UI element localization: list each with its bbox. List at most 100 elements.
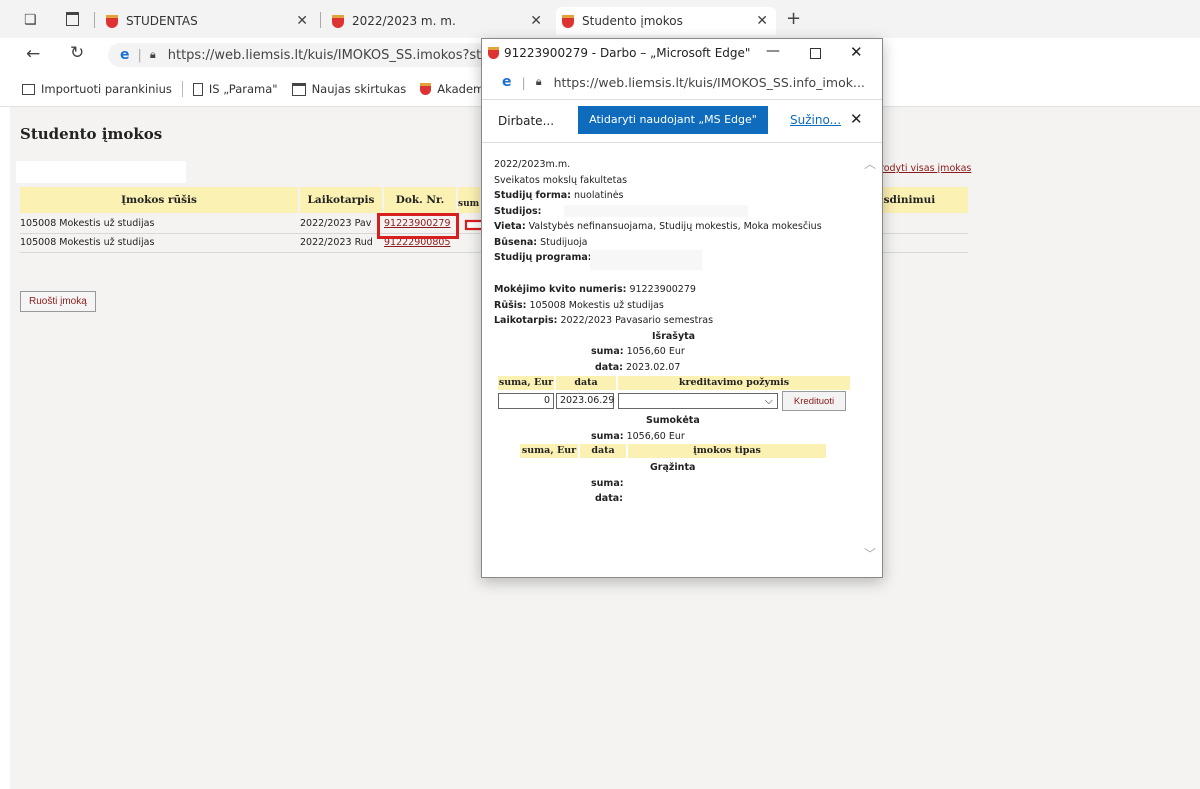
favorite-label: Naujas skirtukas bbox=[311, 82, 407, 96]
close-tab-icon[interactable]: ✕ bbox=[530, 13, 542, 29]
column-header-doc: Dok. Nr. bbox=[384, 187, 456, 213]
new-tab-icon[interactable]: + bbox=[786, 8, 801, 29]
issued-date-line: data: 2023.02.07 bbox=[494, 360, 870, 376]
paid-heading: Sumokėta bbox=[646, 415, 700, 426]
popup-title-bar: 91223900279 - Darbo – „Microsoft Edge" —… bbox=[482, 39, 882, 67]
paid-sum-label: suma: bbox=[591, 430, 624, 442]
maximize-icon[interactable] bbox=[810, 48, 821, 59]
issued-date-label: data: bbox=[595, 361, 623, 373]
receipt-value: 91223900279 bbox=[629, 284, 696, 295]
status-line: Būsena: Studijuoja bbox=[494, 235, 870, 251]
refresh-icon[interactable]: ↻ bbox=[70, 43, 84, 63]
credit-header-flag: kreditavimo požymis bbox=[618, 376, 850, 390]
period-line: Laikotarpis: 2022/2023 Pavasario semestr… bbox=[494, 313, 870, 329]
paid-header-type: įmokos tipas bbox=[628, 444, 826, 458]
liemsis-favicon bbox=[106, 14, 118, 28]
close-tab-icon[interactable]: ✕ bbox=[756, 13, 768, 29]
workspaces-icon[interactable]: ❏ bbox=[24, 12, 37, 28]
column-header-print: usdinimui bbox=[876, 187, 968, 213]
page-icon bbox=[192, 82, 203, 96]
receipt-label: Mokėjimo kvito numeris: bbox=[494, 284, 627, 295]
status-label: Būsena: bbox=[494, 236, 538, 248]
returned-date-label: data: bbox=[595, 493, 623, 504]
returned-sum-label: suma: bbox=[591, 477, 624, 489]
issued-sum-value: 1056,60 Eur bbox=[626, 346, 685, 357]
paid-sum-value: 1056,60 Eur bbox=[626, 430, 685, 442]
column-header-period: Laikotarpis bbox=[300, 187, 382, 213]
paid-header-date: data bbox=[580, 444, 626, 458]
faculty: Sveikatos mokslų fakultetas bbox=[494, 174, 628, 186]
ie-mode-icon: e bbox=[502, 74, 512, 90]
favorite-is-parama[interactable]: IS „Parama" bbox=[192, 82, 278, 96]
receipt-line: Mokėjimo kvito numeris: 91223900279 bbox=[494, 282, 870, 298]
favorite-naujas-skirtukas[interactable]: Naujas skirtukas bbox=[291, 82, 407, 96]
credit-flag-select[interactable]: ⌵ bbox=[618, 393, 778, 409]
credit-button[interactable]: Kredituoti bbox=[782, 391, 846, 411]
credit-header-sum: suma, Eur bbox=[498, 376, 554, 390]
ie-mode-banner: Dirbate... Atidaryti naudojant „MS Edge"… bbox=[482, 99, 882, 143]
close-banner-icon[interactable]: ✕ bbox=[850, 110, 863, 128]
address-separator: | bbox=[137, 47, 142, 63]
lock-icon: 🔒︎ bbox=[535, 75, 542, 88]
study-form-line: Studijų forma: nuolatinės bbox=[494, 188, 870, 204]
credit-date-input[interactable]: 2023.06.29 bbox=[556, 393, 614, 409]
liemsis-favicon bbox=[420, 83, 432, 95]
popup-url: https://web.liemsis.lt/kuis/IMOKOS_SS.in… bbox=[553, 74, 865, 90]
show-all-payments-link[interactable]: rodyti visas įmokas bbox=[880, 163, 971, 174]
issued-sum-line: suma: 1056,60 Eur bbox=[494, 344, 870, 360]
tab-label: STUDENTAS bbox=[126, 14, 198, 28]
row-type: 105008 Mokestis už studijas bbox=[20, 218, 155, 229]
status-value: Studijuoja bbox=[540, 236, 588, 248]
program-label: Studijų programa: bbox=[494, 252, 592, 263]
issued-date-value: 2023.02.07 bbox=[626, 361, 681, 373]
favorite-label: Importuoti parankinius bbox=[41, 82, 172, 96]
paid-sum-line: suma: 1056,60 Eur bbox=[494, 429, 870, 445]
studies-label: Studijos: bbox=[494, 205, 542, 217]
tab-separator bbox=[320, 12, 321, 28]
page-title: Studento įmokos bbox=[20, 125, 163, 143]
open-in-edge-button[interactable]: Atidaryti naudojant „MS Edge" bbox=[578, 106, 768, 134]
browser-tab-bar: ❏ STUDENTAS ✕ 2022/2023 m. m. ✕ Studento… bbox=[0, 0, 1200, 38]
credit-sum-input[interactable]: 0 bbox=[498, 393, 554, 409]
tab-studento-imokos[interactable]: Studento įmokos ✕ bbox=[556, 7, 776, 35]
issued-sum-label: suma: bbox=[591, 346, 624, 357]
minimize-icon[interactable]: — bbox=[766, 43, 780, 59]
place-label: Vieta: bbox=[494, 221, 526, 232]
back-icon[interactable]: ← bbox=[26, 44, 40, 64]
kind-label: Rūšis: bbox=[494, 299, 527, 311]
tab-icon bbox=[291, 82, 306, 96]
close-window-icon[interactable]: ✕ bbox=[850, 43, 863, 61]
period-value: 2022/2023 Pavasario semestras bbox=[560, 315, 714, 326]
program-value-box bbox=[590, 250, 702, 270]
popup-title: 91223900279 - Darbo – „Microsoft Edge" bbox=[504, 46, 751, 60]
popup-window: 91223900279 - Darbo – „Microsoft Edge" —… bbox=[481, 38, 883, 578]
close-tab-icon[interactable]: ✕ bbox=[296, 13, 308, 29]
tab-separator bbox=[94, 12, 95, 28]
paid-header-sum: suma, Eur bbox=[520, 444, 578, 458]
place-value: Valstybės nefinansuojama, Studijų mokest… bbox=[528, 221, 822, 232]
highlight-box bbox=[377, 213, 459, 239]
popup-address-bar[interactable]: e | 🔒︎ https://web.liemsis.lt/kuis/IMOKO… bbox=[482, 67, 882, 97]
favorites-separator bbox=[181, 81, 183, 97]
tab-studentas[interactable]: STUDENTAS ✕ bbox=[106, 7, 316, 35]
ie-mode-icon: e bbox=[120, 47, 130, 63]
scroll-down-icon[interactable]: ﹀ bbox=[864, 545, 876, 562]
kind-value: 105008 Mokestis už studijas bbox=[529, 299, 664, 311]
prepare-payment-button[interactable]: Ruošti įmoką bbox=[20, 291, 96, 312]
study-form-label: Studijų forma: bbox=[494, 190, 571, 201]
address-bar[interactable]: e | 🔒︎ https://web.liemsis.lt/kuis/IMOKO… bbox=[108, 43, 488, 67]
study-form-value: nuolatinės bbox=[574, 190, 624, 201]
address-url: https://web.liemsis.lt/kuis/IMOKOS_SS.im… bbox=[167, 47, 488, 63]
learn-more-link[interactable]: Sužino... bbox=[790, 113, 841, 127]
tab-2022-2023[interactable]: 2022/2023 m. m. ✕ bbox=[332, 7, 550, 35]
row-type: 105008 Mokestis už studijas bbox=[20, 237, 155, 248]
chevron-down-icon: ⌵ bbox=[764, 394, 773, 407]
address-separator: | bbox=[521, 74, 526, 90]
favorite-import[interactable]: Importuoti parankinius bbox=[22, 82, 172, 96]
liemsis-favicon bbox=[332, 14, 344, 28]
tab-actions-icon[interactable] bbox=[66, 12, 79, 26]
credit-header-date: data bbox=[556, 376, 616, 390]
liemsis-favicon bbox=[562, 14, 574, 28]
row-period: 2022/2023 Rud bbox=[300, 237, 373, 248]
lock-icon: 🔒︎ bbox=[149, 48, 156, 61]
